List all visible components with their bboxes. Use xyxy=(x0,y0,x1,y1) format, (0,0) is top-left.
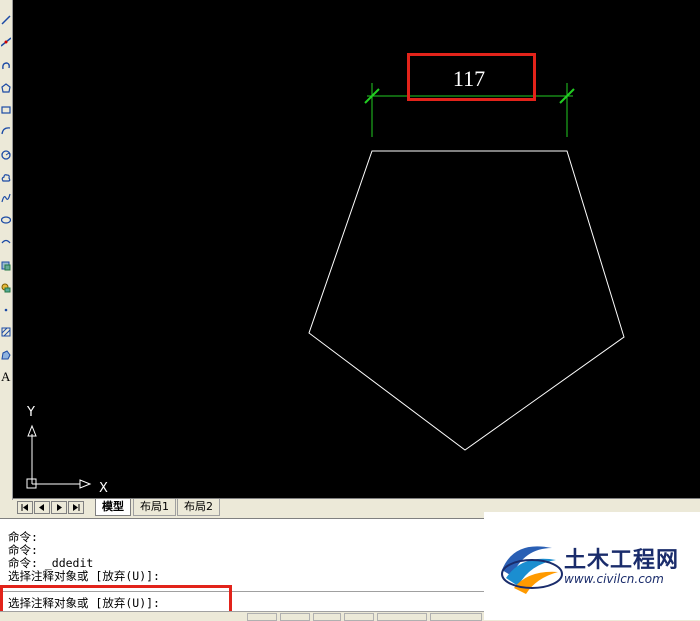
next-tab-button[interactable] xyxy=(51,501,67,514)
next-tab-icon xyxy=(57,504,62,511)
command-history-line: 选择注释对象或 [放弃(U)]: xyxy=(8,569,160,583)
ellipse-arc-icon[interactable] xyxy=(0,232,12,252)
multiline-text-icon[interactable]: A xyxy=(0,366,12,386)
line-icon[interactable] xyxy=(0,10,12,30)
globe-logo-icon xyxy=(501,546,563,594)
watermark-url: www.civilcn.com xyxy=(564,572,664,586)
first-tab-button[interactable] xyxy=(17,501,33,514)
make-block-icon[interactable] xyxy=(0,278,12,298)
ucs-icon xyxy=(26,424,92,489)
polyline-icon[interactable] xyxy=(0,56,12,76)
svg-text:A: A xyxy=(1,369,11,383)
prev-tab-button[interactable] xyxy=(34,501,50,514)
rectangle-icon[interactable] xyxy=(0,100,12,120)
hatch-icon[interactable] xyxy=(0,322,12,342)
arc-icon[interactable] xyxy=(0,121,12,141)
tab-model[interactable]: 模型 xyxy=(95,499,131,516)
revision-cloud-icon[interactable] xyxy=(0,168,12,188)
first-tab-icon xyxy=(21,504,28,511)
prev-tab-icon xyxy=(39,504,44,511)
tab-layout2[interactable]: 布局2 xyxy=(177,499,220,516)
insert-block-icon[interactable] xyxy=(0,256,12,276)
point-icon[interactable] xyxy=(0,300,12,320)
last-tab-button[interactable] xyxy=(68,501,84,514)
last-tab-icon xyxy=(73,504,80,511)
drawing-canvas[interactable]: 117 Y X xyxy=(13,0,700,498)
watermark-brand: 土木工程网 xyxy=(564,548,680,573)
region-icon[interactable] xyxy=(0,345,12,365)
ellipse-icon[interactable] xyxy=(0,210,12,230)
tab-layout1[interactable]: 布局1 xyxy=(133,499,176,516)
dimension-highlight-box xyxy=(407,53,536,101)
ucs-x-label: X xyxy=(99,481,108,496)
draw-toolbar: A xyxy=(0,0,13,500)
pentagon-shape[interactable] xyxy=(308,150,625,451)
construction-line-icon[interactable] xyxy=(0,32,12,52)
watermark-logo: 土木工程网 www.civilcn.com xyxy=(484,512,700,620)
ucs-y-label: Y xyxy=(26,405,35,420)
polygon-icon[interactable] xyxy=(0,78,12,98)
spline-icon[interactable] xyxy=(0,188,12,208)
circle-icon[interactable] xyxy=(0,145,12,165)
